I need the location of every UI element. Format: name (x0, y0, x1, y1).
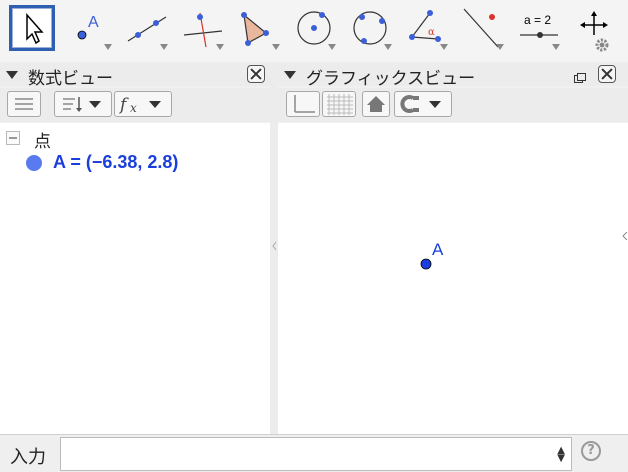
point-a-expression[interactable]: A = (−6.38, 2.8) (53, 152, 178, 173)
toggle-auxiliary-button[interactable] (7, 91, 41, 117)
undock-icon[interactable] (574, 68, 586, 83)
input-field[interactable]: ▲ ▼ (60, 437, 572, 471)
category-label: 点 (34, 132, 51, 152)
slider-tool[interactable]: a = 2 (516, 5, 562, 51)
list-lines-icon (15, 98, 33, 110)
sort-icon (63, 97, 101, 112)
close-algebra-view-icon[interactable] (247, 65, 265, 83)
polygon-tool[interactable] (236, 5, 282, 51)
toggle-grid-button[interactable] (322, 91, 356, 117)
point-capturing-button[interactable] (394, 91, 452, 117)
close-graphics-view-icon[interactable] (598, 65, 616, 83)
graphics-canvas: A (420, 240, 444, 270)
arrow-pointer-icon (26, 13, 44, 45)
axes-icon (294, 95, 315, 113)
circle-three-points-tool[interactable] (348, 5, 394, 51)
algebra-view-header: 数式ビュー (0, 62, 270, 89)
input-history-stepper-icon[interactable]: ▲ ▼ (557, 446, 565, 464)
reflect-tool[interactable] (460, 5, 506, 51)
point-tool[interactable]: A (68, 5, 114, 51)
graphics-style-bar (278, 88, 628, 122)
move-tool[interactable] (9, 5, 55, 51)
right-edge-handle-icon (622, 231, 628, 241)
help-icon[interactable]: ? (581, 441, 601, 461)
collapse-category-icon[interactable] (6, 131, 20, 145)
svg-text:x: x (130, 101, 137, 115)
angle-tool[interactable]: α (404, 5, 450, 51)
fx-icon: f x (118, 95, 161, 115)
magnet-icon (400, 95, 441, 113)
angle-tool-label: α (428, 27, 435, 38)
graphics-view-menu-icon[interactable] (284, 71, 296, 79)
point-a-label: A (432, 240, 444, 259)
slider-tool-label: a = 2 (524, 13, 551, 27)
input-functions-button[interactable]: f x (114, 91, 172, 117)
point-visibility-toggle[interactable] (26, 155, 42, 171)
point-a[interactable] (420, 258, 432, 270)
line-tool[interactable] (124, 5, 170, 51)
toggle-axes-button[interactable] (286, 91, 320, 117)
graphics-view[interactable]: A (278, 123, 628, 434)
svg-text:f: f (118, 95, 129, 115)
circle-tool[interactable] (292, 5, 338, 51)
standard-view-button[interactable] (362, 91, 390, 117)
sort-by-button[interactable] (54, 91, 112, 117)
gear-icon[interactable] (594, 37, 610, 53)
input-label: 入力 (10, 447, 46, 468)
algebra-view-menu-icon[interactable] (6, 71, 18, 79)
graphics-view-header: グラフィックスビュー (278, 62, 628, 89)
home-icon (367, 96, 385, 112)
grid-icon (327, 94, 353, 115)
algebra-style-bar: f x (0, 88, 270, 122)
point-tool-label: A (88, 14, 99, 31)
view-divider[interactable] (270, 62, 278, 434)
toolbar: A α a = 2 (0, 0, 628, 62)
graphics-view-title: グラフィックスビュー (306, 69, 476, 89)
algebra-view: 点 A = (−6.38, 2.8) (0, 123, 270, 434)
input-bar: 入力 ▲ ▼ ? (0, 434, 628, 472)
algebra-view-title: 数式ビュー (28, 69, 113, 89)
perpendicular-line-tool[interactable] (180, 5, 226, 51)
